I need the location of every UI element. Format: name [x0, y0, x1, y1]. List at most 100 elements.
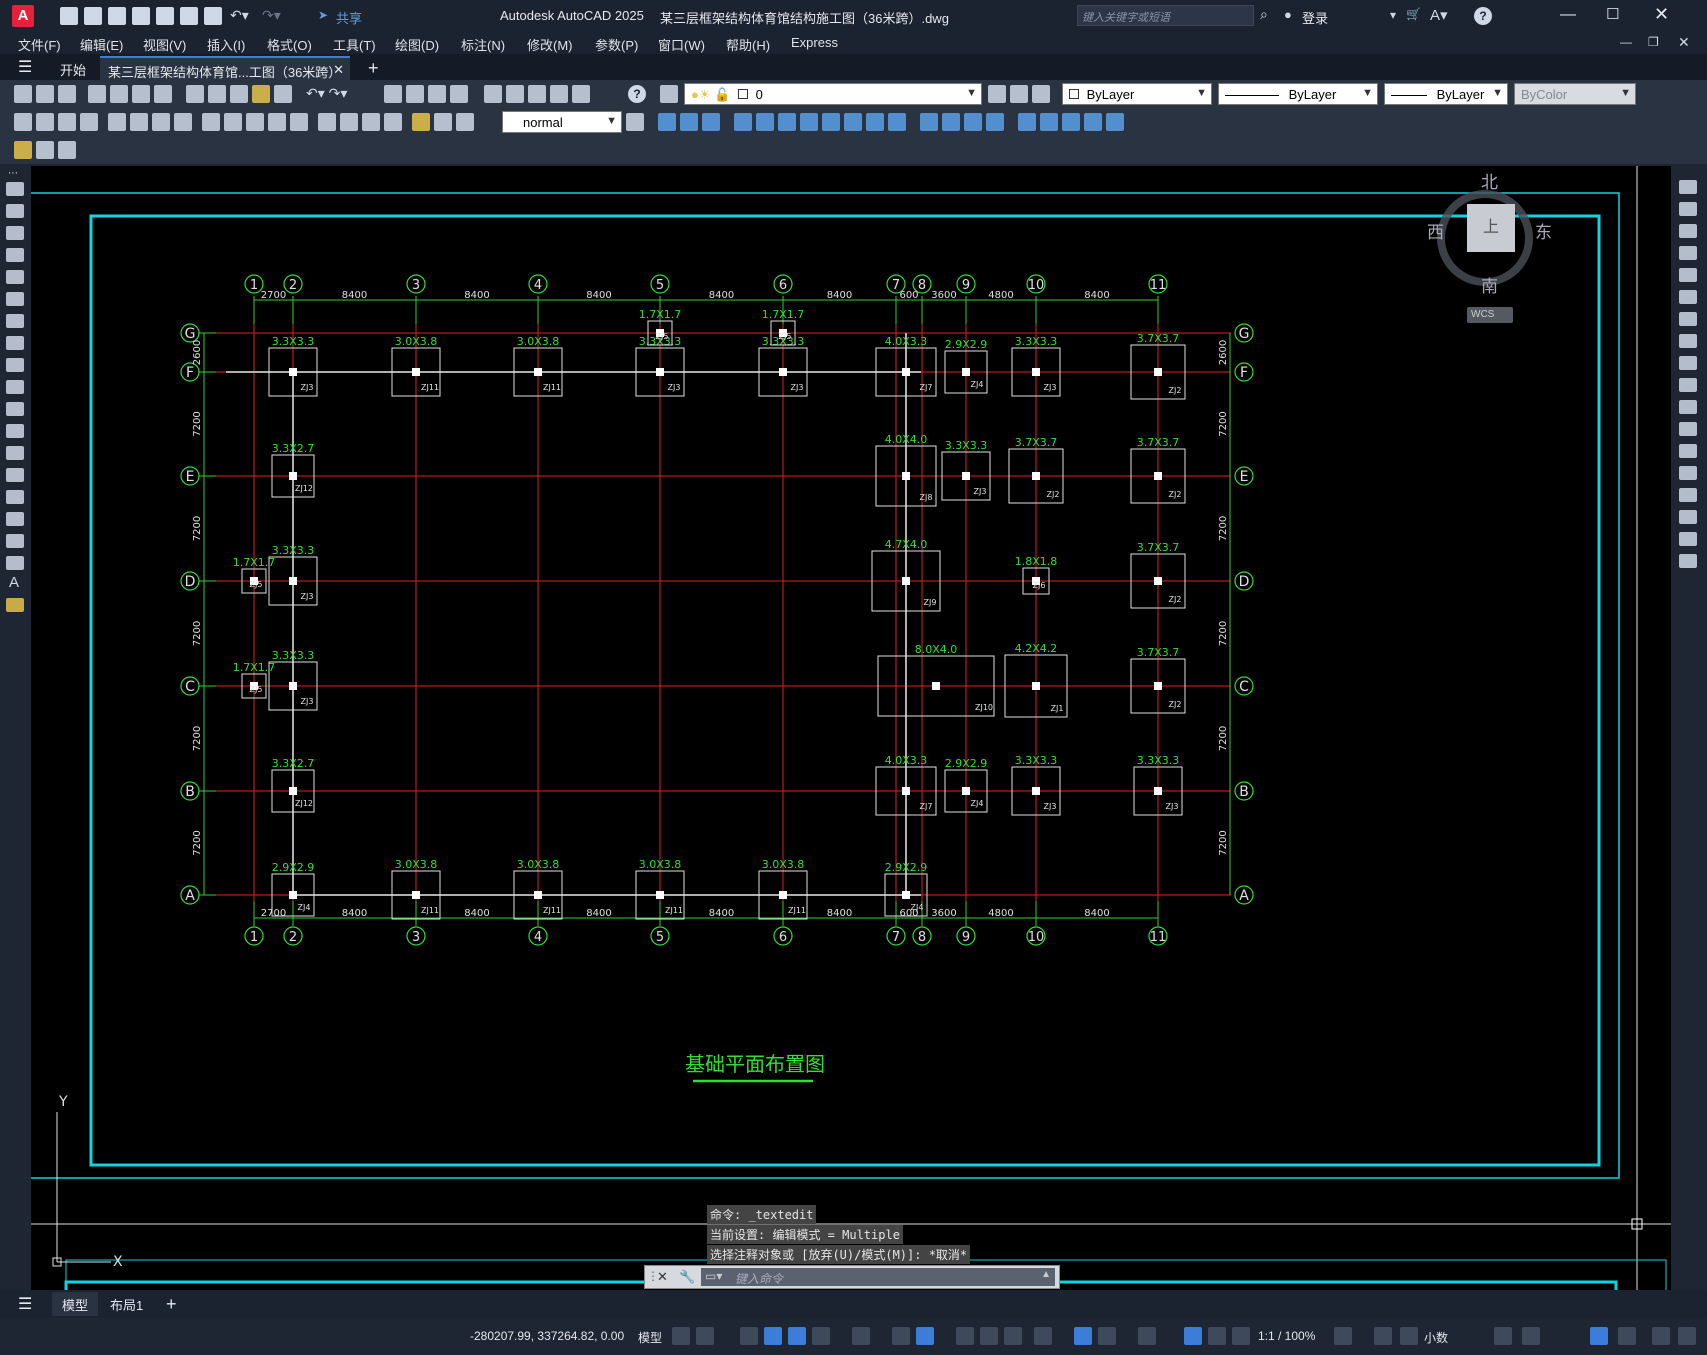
point-icon[interactable] — [6, 468, 24, 482]
annotation-scale-dropdown[interactable]: 1:1 / 100% — [1258, 1329, 1315, 1343]
inspection-icon[interactable] — [362, 113, 380, 131]
open-icon[interactable] — [36, 85, 54, 103]
menu-window[interactable]: 窗口(W) — [658, 35, 705, 54]
sweep-icon[interactable] — [778, 113, 796, 131]
polyline-icon[interactable] — [6, 226, 24, 240]
layer-state-icon[interactable] — [1032, 85, 1050, 103]
region-icon[interactable] — [6, 534, 24, 548]
fillet-icon[interactable] — [1679, 510, 1697, 524]
maximize-button[interactable]: ☐ — [1606, 5, 1619, 23]
viewcube-west[interactable]: 西 — [1427, 218, 1444, 243]
jogged-linear-icon[interactable] — [384, 113, 402, 131]
transparency-icon[interactable] — [980, 1327, 998, 1345]
isolate-objects-icon[interactable] — [1590, 1327, 1608, 1345]
arc-icon[interactable] — [6, 292, 24, 306]
subtract-icon[interactable] — [866, 113, 884, 131]
share-icon[interactable]: ➤ — [318, 8, 328, 22]
arc-length-icon[interactable] — [58, 113, 76, 131]
open-file-icon[interactable] — [84, 7, 102, 25]
workspace-gear-icon[interactable] — [1334, 1327, 1352, 1345]
mirror-icon[interactable] — [1679, 224, 1697, 238]
construction-line-icon[interactable] — [6, 204, 24, 218]
blend-curves-icon[interactable] — [1679, 532, 1697, 546]
gizmo-icon[interactable] — [1138, 1327, 1156, 1345]
wcs-menu[interactable]: WCS — [1467, 307, 1513, 323]
3d-print-icon[interactable] — [154, 85, 172, 103]
menu-view[interactable]: 视图(V) — [143, 35, 186, 54]
menu-modify[interactable]: 修改(M) — [527, 35, 573, 54]
make-current-layer-icon[interactable] — [988, 85, 1006, 103]
intersect-icon[interactable] — [888, 113, 906, 131]
lineweight-display-icon[interactable] — [956, 1327, 974, 1345]
customization-icon[interactable] — [1678, 1327, 1696, 1345]
linear-dim-icon[interactable] — [14, 113, 32, 131]
diameter-dim-icon[interactable] — [152, 113, 170, 131]
login-button[interactable]: 登录 — [1302, 8, 1328, 27]
close-tab-icon[interactable]: ✕ — [333, 62, 344, 78]
revolve-icon[interactable] — [800, 113, 818, 131]
tab-model[interactable]: 模型 — [52, 1292, 99, 1316]
loft-icon[interactable] — [822, 113, 840, 131]
hamburger-menu-icon[interactable]: ☰ — [18, 57, 32, 77]
undo-icon[interactable]: ↶▾ — [230, 7, 249, 24]
rectangle-icon[interactable] — [6, 270, 24, 284]
save-as-icon[interactable] — [132, 7, 150, 25]
slice-icon[interactable] — [964, 113, 982, 131]
extrude-icon[interactable] — [734, 113, 752, 131]
doc-restore-button[interactable]: ❐ — [1648, 35, 1659, 49]
doc-close-button[interactable]: ✕ — [1678, 34, 1690, 51]
trim-icon[interactable] — [1679, 378, 1697, 392]
new-tab-button[interactable]: + — [360, 54, 387, 78]
publish-icon[interactable] — [132, 85, 150, 103]
fillet-edge-icon[interactable] — [920, 113, 938, 131]
rotate-icon[interactable] — [1679, 312, 1697, 326]
tab-start[interactable]: 开始 — [52, 56, 94, 80]
linetype-dropdown[interactable]: ByLayer ▼ — [1218, 83, 1378, 105]
angular-dim-icon[interactable] — [174, 113, 192, 131]
3d-rotate-icon[interactable] — [1040, 113, 1058, 131]
menu-help[interactable]: 帮助(H) — [726, 35, 770, 54]
break-icon[interactable] — [1679, 444, 1697, 458]
annotation-visibility-icon[interactable] — [1184, 1327, 1202, 1345]
viewcube-top-face[interactable]: 上 — [1467, 204, 1515, 252]
match-properties-icon[interactable] — [252, 85, 270, 103]
join-icon[interactable] — [1679, 466, 1697, 480]
solid-wedge-icon[interactable] — [680, 113, 698, 131]
dim-edit-icon[interactable] — [412, 113, 430, 131]
toolbar-grip-icon[interactable]: ⋯ — [8, 168, 18, 179]
ellipse-icon[interactable] — [6, 380, 24, 394]
snap-icon[interactable] — [696, 1327, 714, 1345]
save-icon[interactable] — [108, 7, 126, 25]
ordinate-dim-icon[interactable] — [80, 113, 98, 131]
make-block-icon[interactable] — [6, 446, 24, 460]
move-icon[interactable] — [1679, 290, 1697, 304]
autodesk-a360-icon[interactable]: A▾ — [1430, 6, 1448, 24]
annotation-monitor-icon[interactable] — [1374, 1327, 1392, 1345]
new-file-icon[interactable] — [60, 7, 78, 25]
menu-edit[interactable]: 编辑(E) — [80, 35, 123, 54]
find-replace-icon[interactable] — [58, 141, 76, 159]
pan-icon[interactable] — [384, 85, 402, 103]
dim-style-icon[interactable] — [626, 113, 644, 131]
object-snap-tracking-icon[interactable] — [892, 1327, 910, 1345]
customize-icon[interactable]: 🔧 — [679, 1269, 695, 1285]
3d-move-icon[interactable] — [1018, 113, 1036, 131]
drawing-canvas[interactable]: Y X G G F F E E D D C C B B A A 1 1 2 2 3 3 4 4 5 5 6 6 7 7 8 8 9 9 10 10… — [31, 166, 1671, 1290]
isodraft-icon[interactable] — [852, 1327, 870, 1345]
edit-text-icon[interactable] — [14, 141, 32, 159]
dim-text-edit-icon[interactable] — [434, 113, 452, 131]
dim-break-icon[interactable] — [290, 113, 308, 131]
chevron-up-icon[interactable]: ▲ — [1041, 1269, 1051, 1280]
chamfer-edge-icon[interactable] — [942, 113, 960, 131]
menu-draw[interactable]: 绘图(D) — [395, 35, 439, 54]
mtext-icon[interactable]: A — [9, 574, 19, 591]
user-icon[interactable]: ● — [1284, 7, 1292, 22]
3d-mirror-icon[interactable] — [1084, 113, 1102, 131]
viewcube-north[interactable]: 北 — [1481, 168, 1498, 193]
3d-align-icon[interactable] — [1062, 113, 1080, 131]
line-icon[interactable] — [6, 182, 24, 196]
new-layout-button[interactable]: + — [158, 1290, 185, 1314]
stretch-icon[interactable] — [1679, 356, 1697, 370]
extend-icon[interactable] — [1679, 400, 1697, 414]
selection-cycling-icon[interactable] — [1004, 1327, 1022, 1345]
